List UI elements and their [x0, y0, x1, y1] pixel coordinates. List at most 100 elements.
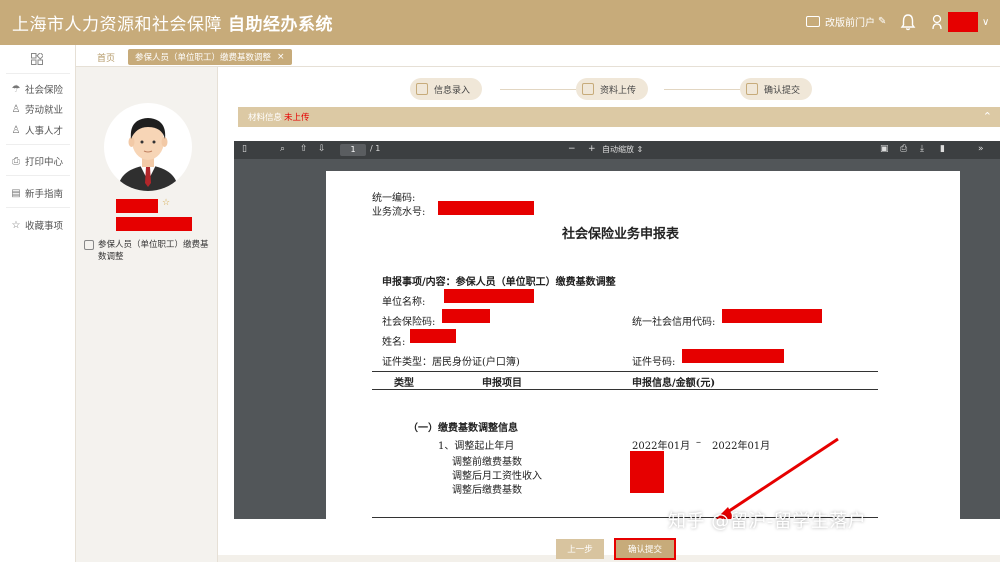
more-tools-icon[interactable]: » — [978, 144, 984, 154]
material-info-bar[interactable]: 材料信息 未上传 ⌃ — [238, 107, 1000, 127]
page-total: / 1 — [370, 144, 381, 153]
download-icon[interactable]: ⤓ — [920, 144, 924, 154]
system-title: 上海市人力资源和社会保障 自助经办系统 — [12, 10, 333, 35]
old-portal-link[interactable]: 改版前门户 ✎ — [806, 14, 886, 29]
search-icon[interactable]: ⌕ — [280, 144, 285, 154]
table-header-amount: 申报信息/金额(元) — [632, 378, 716, 389]
table-header-item: 申报项目 — [482, 378, 522, 389]
printer-icon[interactable]: ⎙ — [900, 144, 907, 154]
nav-item-label: 劳动就业 — [25, 105, 64, 116]
prev-page-icon[interactable]: ⇧ — [300, 144, 308, 154]
step-label: 资料上传 — [600, 85, 637, 96]
serial-number-label: 业务流水号: — [372, 207, 426, 218]
page-number-input[interactable]: 1 — [340, 144, 366, 156]
nav-item-label: 收藏事项 — [25, 221, 64, 232]
date-separator: – — [696, 437, 701, 448]
id-number-label: 证件号码: — [632, 357, 676, 368]
nav-item-print-center[interactable]: ⎙ 打印中心 — [10, 154, 64, 169]
user-menu[interactable]: ∨ — [932, 12, 989, 32]
business-item[interactable]: 参保人员（单位职工）缴费基数调整 — [84, 239, 212, 263]
redacted-name-field — [410, 329, 456, 343]
old-portal-label: 改版前门户 — [825, 18, 875, 29]
bookmark-icon[interactable]: ▮ — [940, 144, 945, 154]
section-title: （一）缴费基数调整信息 — [408, 423, 518, 434]
redacted-company — [444, 289, 534, 303]
step-label: 信息录入 — [434, 85, 471, 96]
next-page-icon[interactable]: ⇩ — [318, 144, 326, 154]
nav-item-guide[interactable]: ▤ 新手指南 — [10, 186, 64, 201]
redacted-name — [116, 199, 158, 213]
nav-item-label: 打印中心 — [25, 157, 64, 168]
watermark-text: 知乎 @留沪-留学生落户 — [668, 511, 867, 532]
row-base-after: 调整后缴费基数 — [452, 485, 522, 496]
user-icon — [932, 14, 942, 30]
nav-item-social-insurance[interactable]: ☂ 社会保险 — [10, 82, 64, 97]
confirm-submit-button[interactable]: 确认提交 — [614, 538, 676, 560]
name-label: 姓名: — [382, 337, 406, 348]
id-type: 证件类型：居民身份证(户口簿) — [382, 357, 520, 368]
redacted-serial — [438, 201, 534, 215]
sidebar-toggle-icon[interactable]: ▯ — [242, 144, 247, 154]
upload-icon — [582, 83, 594, 95]
redacted-id — [116, 217, 192, 231]
document-icon — [84, 240, 94, 250]
row-date-range: 1、调整起止年月 — [438, 441, 515, 452]
printer-icon: ⎙ — [12, 155, 20, 167]
nav-item-label: 人事人才 — [25, 126, 64, 137]
step-connector — [500, 89, 576, 90]
pdf-toolbar: ▯ ⌕ ⇧ ⇩ 1 / 1 − + 自动缩放 ⇕ ▣ ⎙ ⤓ ▮ » — [234, 141, 1000, 159]
tab-home[interactable]: 首页 — [97, 51, 115, 64]
star-icon: ☆ — [162, 198, 171, 208]
bell-icon[interactable] — [900, 13, 916, 31]
nav-divider — [6, 144, 70, 145]
step-connector — [664, 89, 740, 90]
zoom-in-icon[interactable]: + — [588, 144, 596, 154]
nav-item-favorites[interactable]: ☆ 收藏事项 — [10, 218, 64, 233]
pdf-viewer[interactable]: ▯ ⌕ ⇧ ⇩ 1 / 1 − + 自动缩放 ⇕ ▣ ⎙ ⤓ ▮ » 统一编码:… — [234, 141, 1000, 519]
guide-icon: ▤ — [11, 187, 21, 199]
unified-code-label: 统一编码: — [372, 193, 416, 204]
nav-item-label: 社会保险 — [25, 85, 64, 96]
prev-step-button[interactable]: 上一步 — [556, 539, 604, 559]
form-icon — [416, 83, 428, 95]
monitor-icon — [806, 16, 820, 27]
row-base-before: 调整前缴费基数 — [452, 457, 522, 468]
avatar-illustration — [118, 118, 178, 191]
step-label: 确认提交 — [764, 85, 801, 96]
nav-item-employment[interactable]: ♙ 劳动就业 — [10, 102, 64, 117]
chevron-up-icon[interactable]: ⌃ — [983, 110, 992, 123]
edit-icon: ✎ — [878, 16, 887, 27]
table-header-type: 类型 — [394, 378, 414, 389]
company-name-label: 单位名称: — [382, 297, 426, 308]
close-icon[interactable]: × — [277, 52, 285, 62]
row-salary-after: 调整后月工资性收入 — [452, 471, 542, 482]
grid-menu-icon[interactable] — [31, 53, 43, 65]
chevron-down-icon: ∨ — [982, 16, 990, 28]
redacted-username — [948, 12, 978, 32]
top-header: 上海市人力资源和社会保障 自助经办系统 改版前门户 ✎ ∨ — [0, 0, 1000, 45]
table-line — [372, 371, 878, 372]
step-upload: 资料上传 — [576, 78, 649, 100]
nav-divider — [6, 207, 70, 208]
business-item-label: 参保人员（单位职工）缴费基数调整 — [98, 240, 209, 262]
tab-active-label: 参保人员（单位职工）缴费基数调整 — [135, 53, 272, 63]
app-name: 自助经办系统 — [228, 15, 333, 35]
umbrella-icon: ☂ — [11, 83, 21, 95]
step-progress: 信息录入 资料上传 确认提交 — [218, 67, 1000, 105]
redacted-credit-code — [722, 309, 822, 323]
step-info-entry: 信息录入 — [410, 78, 483, 100]
redacted-id-number — [682, 349, 784, 363]
nav-divider — [6, 175, 70, 176]
nav-divider — [6, 73, 70, 74]
declare-item: 申报事项/内容：参保人员（单位职工）缴费基数调整 — [382, 277, 616, 288]
check-icon — [746, 83, 758, 95]
nav-item-personnel[interactable]: ♙ 人事人才 — [10, 123, 64, 138]
tab-active[interactable]: 参保人员（单位职工）缴费基数调整 × — [128, 49, 292, 65]
material-status: 未上传 — [284, 113, 310, 123]
date-from: 2022年01月 — [632, 441, 691, 452]
open-file-icon[interactable]: ▣ — [880, 144, 889, 154]
zoom-select[interactable]: 自动缩放 ⇕ — [602, 144, 643, 155]
nav-item-label: 新手指南 — [25, 189, 64, 200]
zoom-out-icon[interactable]: − — [568, 144, 576, 154]
bottom-strip — [218, 555, 1000, 562]
